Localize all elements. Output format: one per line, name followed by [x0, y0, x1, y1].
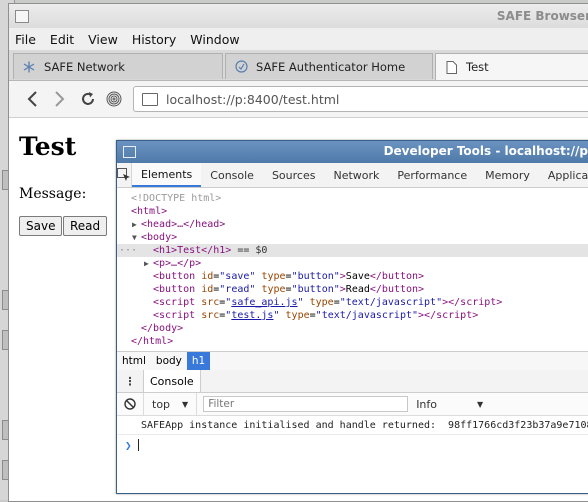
kebab-menu-icon[interactable]: ⋮ — [117, 375, 143, 388]
window-menu-icon[interactable] — [123, 146, 136, 158]
console-prompt[interactable]: ❯ — [117, 435, 588, 455]
context-value: top — [152, 397, 171, 411]
dom-node-body[interactable]: ▼ <body> — [117, 231, 588, 244]
page-info-icon — [142, 92, 158, 106]
drawer-tab-console[interactable]: Console — [143, 370, 201, 392]
dom-node-button-save[interactable]: <button id="save" type="button">Save</bu… — [117, 270, 588, 283]
window-menu-icon[interactable] — [15, 10, 29, 23]
log-level-selector[interactable]: Info ▼ — [416, 398, 483, 411]
dropdown-arrow-icon: ▼ — [182, 399, 189, 409]
expand-triangle-icon[interactable]: ▶ — [144, 257, 149, 270]
tab-safe-authenticator[interactable]: SAFE Authenticator Home — [225, 53, 433, 79]
navigation-bar: localhost://p:8400/test.html — [9, 81, 588, 118]
dom-node-p[interactable]: ▶ <p>…</p> — [117, 257, 588, 270]
breadcrumb-body[interactable]: body — [151, 352, 187, 370]
dom-node-h1[interactable]: ··· <h1>Test</h1> == $0 — [117, 244, 588, 257]
dom-node-body-close[interactable]: </body> — [117, 322, 588, 335]
log-level-value: Info — [416, 397, 438, 411]
tab-bar: SAFE Network SAFE Authenticator Home Tes… — [9, 50, 588, 81]
element-breadcrumbs: html body h1 — [117, 351, 588, 371]
menu-view[interactable]: View — [88, 32, 118, 47]
console-filter-input[interactable]: Filter — [203, 396, 409, 412]
dom-node-doctype[interactable]: <!DOCTYPE html> — [117, 192, 588, 205]
page-icon — [444, 60, 458, 74]
back-button[interactable] — [23, 90, 41, 108]
url-text: localhost://p:8400/test.html — [166, 91, 340, 107]
chevron-right-icon — [55, 91, 65, 107]
forward-button[interactable] — [51, 90, 69, 108]
expand-triangle-icon[interactable]: ▶ — [132, 218, 137, 231]
menu-history[interactable]: History — [132, 32, 176, 47]
dropdown-arrow-icon: ▼ — [477, 399, 484, 409]
tab-memory[interactable]: Memory — [476, 163, 539, 187]
inspect-cursor-icon — [117, 168, 130, 181]
tab-application[interactable]: Application — [539, 163, 588, 187]
menu-window[interactable]: Window — [190, 32, 239, 47]
more-dots-icon[interactable]: ··· — [119, 244, 137, 257]
reload-button[interactable] — [79, 90, 97, 108]
dom-node-script-test[interactable]: <script src="test.js" type="text/javascr… — [117, 309, 588, 322]
tab-label: Test — [466, 60, 489, 74]
prompt-chevron-icon: ❯ — [125, 438, 132, 452]
breadcrumb-h1[interactable]: h1 — [186, 352, 211, 370]
message-label: Message: — [19, 186, 87, 202]
block-icon — [124, 398, 136, 410]
fingerprint-button[interactable] — [105, 90, 123, 108]
fingerprint-icon — [106, 91, 122, 107]
tab-sources[interactable]: Sources — [263, 163, 325, 187]
menu-edit[interactable]: Edit — [50, 32, 74, 47]
dom-node-head[interactable]: ▶ <head>…</head> — [117, 218, 588, 231]
filter-placeholder: Filter — [208, 398, 235, 410]
dom-node-html-close[interactable]: </html> — [117, 335, 588, 348]
console-log-message: SAFEApp instance initialised and handle … — [117, 417, 588, 435]
context-selector[interactable]: top ▼ — [143, 393, 198, 415]
menu-bar: File Edit View History Window — [9, 28, 588, 50]
tab-console[interactable]: Console — [201, 163, 263, 187]
tab-test[interactable]: Test — [435, 53, 588, 80]
tab-performance[interactable]: Performance — [388, 163, 476, 187]
dom-node-html[interactable]: <html> — [117, 205, 588, 218]
snowflake-icon — [22, 60, 36, 74]
tab-safe-network[interactable]: SAFE Network — [13, 53, 223, 79]
devtools-window: Developer Tools - localhost://p Elements… — [116, 140, 588, 494]
inspect-element-button[interactable] — [117, 163, 132, 187]
clear-console-button[interactable] — [117, 398, 143, 410]
tab-elements[interactable]: Elements — [132, 163, 202, 187]
tab-label: SAFE Authenticator Home — [256, 59, 406, 74]
dom-node-script-safe-api[interactable]: <script src="safe_api.js" type="text/jav… — [117, 296, 588, 309]
dom-node-button-read[interactable]: <button id="read" type="button">Read</bu… — [117, 283, 588, 296]
text-caret — [137, 439, 139, 451]
devtools-title: Developer Tools - localhost://p — [383, 144, 588, 158]
menu-file[interactable]: File — [15, 32, 36, 47]
collapse-triangle-icon[interactable]: ▼ — [132, 231, 137, 244]
read-button[interactable]: Read — [63, 216, 108, 236]
reload-icon — [82, 92, 94, 105]
page-heading: Test — [19, 132, 77, 161]
chevron-left-icon — [27, 91, 37, 107]
drawer-tab-bar: ⋮ Console — [117, 370, 588, 393]
breadcrumb-html[interactable]: html — [117, 352, 151, 370]
script-link[interactable]: test.js — [231, 310, 273, 321]
devtools-tab-bar: Elements Console Sources Network Perform… — [117, 163, 588, 188]
browser-titlebar: SAFE Browser — [9, 4, 588, 28]
script-link[interactable]: safe_api.js — [231, 297, 297, 308]
address-bar[interactable]: localhost://p:8400/test.html — [133, 86, 588, 112]
devtools-titlebar: Developer Tools - localhost://p — [117, 141, 588, 163]
tab-label: SAFE Network — [44, 59, 125, 74]
window-title: SAFE Browser — [496, 9, 588, 23]
save-button[interactable]: Save — [19, 216, 63, 236]
globe-icon — [234, 60, 248, 74]
console-toolbar: top ▼ Filter Info ▼ — [117, 393, 588, 416]
tab-network[interactable]: Network — [324, 163, 388, 187]
